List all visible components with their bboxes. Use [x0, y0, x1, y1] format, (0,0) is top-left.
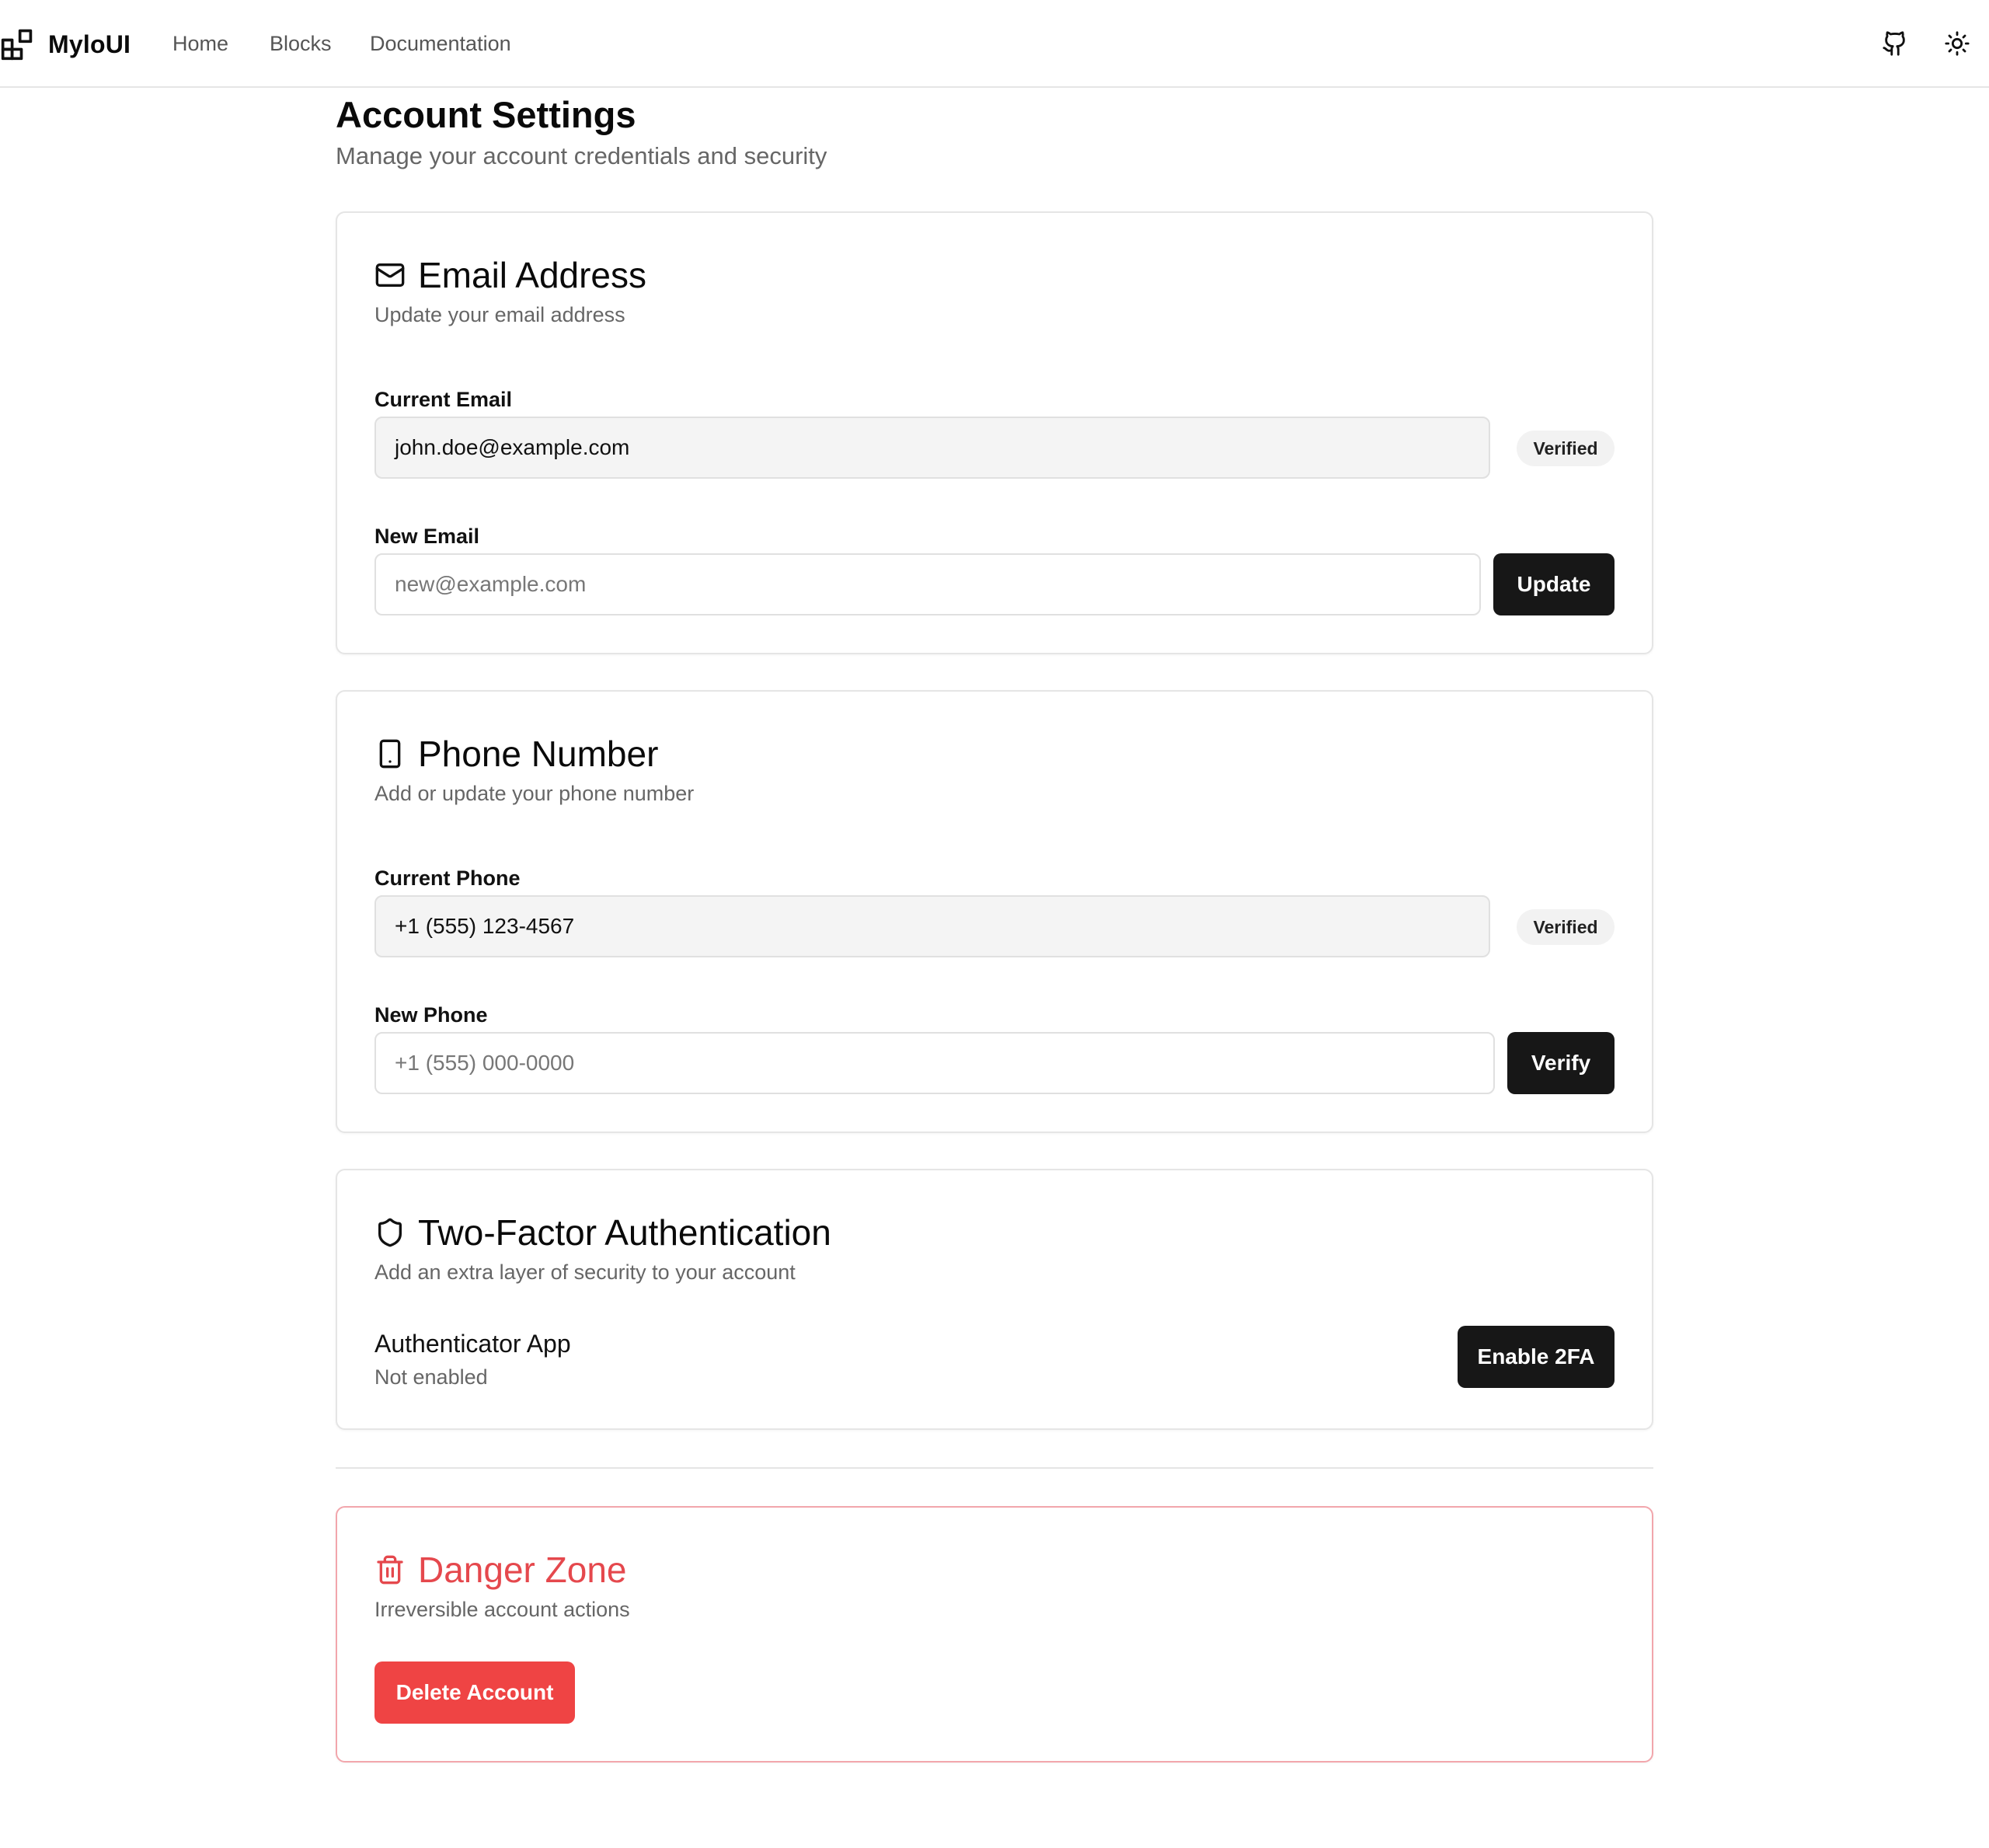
github-button[interactable] — [1878, 26, 1912, 61]
authenticator-app-status: Not enabled — [374, 1365, 488, 1389]
verify-phone-button[interactable]: Verify — [1507, 1032, 1615, 1094]
blocks-icon — [1, 29, 33, 61]
phone-card-title: Phone Number — [418, 734, 659, 774]
trash-icon — [377, 1555, 403, 1585]
current-email-label: Current Email — [374, 388, 513, 411]
phone-card-description: Add or update your phone number — [374, 782, 695, 805]
email-card-title: Email Address — [418, 255, 647, 295]
brand-logo[interactable]: MyloUI — [0, 23, 131, 65]
two-factor-card: Two-Factor Authentication Add an extra l… — [336, 1169, 1653, 1430]
phone-verified-badge: Verified — [1517, 909, 1615, 945]
phone-card-header: Phone Number — [374, 730, 658, 777]
danger-zone-title: Danger Zone — [418, 1550, 627, 1590]
two-factor-card-header: Two-Factor Authentication — [374, 1209, 831, 1256]
section-divider — [336, 1467, 1653, 1469]
nav-home-link[interactable]: Home — [172, 30, 228, 58]
email-verified-badge: Verified — [1517, 431, 1615, 466]
new-email-input[interactable]: new@example.com — [374, 553, 1481, 615]
two-factor-card-description: Add an extra layer of security to your a… — [374, 1260, 796, 1284]
new-phone-input[interactable]: +1 (555) 000-0000 — [374, 1032, 1495, 1094]
email-card-description: Update your email address — [374, 303, 625, 326]
theme-toggle-button[interactable] — [1940, 26, 1974, 61]
top-navbar: MyloUI Home Blocks Documentation — [0, 0, 1989, 88]
page-subtitle: Manage your account credentials and secu… — [336, 142, 827, 169]
brand-name: MyloUI — [48, 30, 131, 58]
smartphone-icon — [379, 739, 401, 769]
phone-number-card: Phone Number Add or update your phone nu… — [336, 690, 1653, 1133]
new-email-label: New Email — [374, 525, 480, 548]
current-phone-label: Current Phone — [374, 866, 521, 890]
new-phone-label: New Phone — [374, 1003, 488, 1027]
danger-zone-card: Danger Zone Irreversible account actions… — [336, 1506, 1653, 1763]
email-address-card: Email Address Update your email address … — [336, 211, 1653, 654]
page-title: Account Settings — [336, 94, 636, 135]
email-card-header: Email Address — [374, 252, 646, 298]
update-email-button[interactable]: Update — [1493, 553, 1615, 615]
delete-account-button[interactable]: Delete Account — [374, 1661, 575, 1724]
enable-2fa-button[interactable]: Enable 2FA — [1458, 1326, 1615, 1388]
two-factor-card-title: Two-Factor Authentication — [418, 1212, 831, 1253]
current-email-field[interactable]: john.doe@example.com — [374, 417, 1490, 479]
danger-zone-description: Irreversible account actions — [374, 1598, 630, 1621]
sun-icon — [1945, 31, 1970, 56]
github-icon — [1883, 31, 1905, 56]
shield-icon — [378, 1218, 402, 1247]
current-phone-field[interactable]: +1 (555) 123-4567 — [374, 895, 1490, 957]
nav-documentation-link[interactable]: Documentation — [370, 30, 511, 58]
nav-blocks-link[interactable]: Blocks — [270, 30, 332, 58]
danger-zone-header: Danger Zone — [374, 1546, 627, 1593]
mail-icon — [375, 263, 405, 287]
authenticator-app-label: Authenticator App — [374, 1330, 571, 1358]
